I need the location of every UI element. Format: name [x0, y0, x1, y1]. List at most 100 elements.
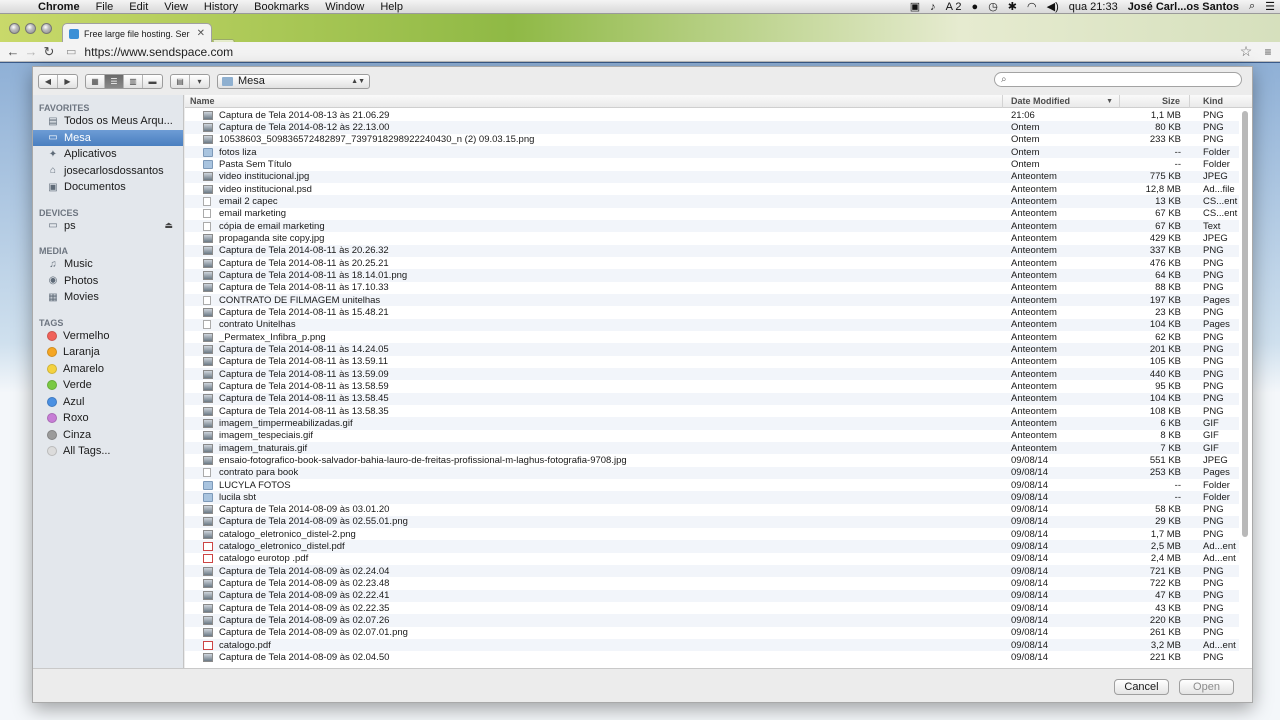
forward-icon[interactable]: →: [22, 44, 40, 59]
menu-window[interactable]: Window: [317, 1, 372, 13]
file-row[interactable]: Captura de Tela 2014-08-09 às 02.55.01.p…: [185, 515, 1239, 529]
file-row[interactable]: catalogo eurotop .pdf 09/08/14 2,4 MB Ad...…: [185, 553, 1239, 565]
bell-icon[interactable]: ♪: [925, 1, 941, 13]
eject-icon[interactable]: ⏏: [164, 220, 173, 231]
sidebar-tag-roxo[interactable]: Roxo: [33, 410, 183, 427]
sidebar-tag-vermelho[interactable]: Vermelho: [33, 328, 183, 345]
menu-history[interactable]: History: [196, 1, 246, 13]
sidebar-item-documentos[interactable]: ▣ Documentos: [33, 179, 183, 196]
file-row[interactable]: catalogo.pdf 09/08/14 3,2 MB Ad...ent: [185, 639, 1239, 652]
location-select[interactable]: Mesa ▲▼: [217, 73, 370, 89]
column-name[interactable]: Name: [185, 95, 1003, 108]
file-row[interactable]: Captura de Tela 2014-08-11 às 14.24.05 An…: [185, 343, 1239, 356]
sidebar-item-music[interactable]: ♫ Music: [33, 256, 183, 273]
file-row[interactable]: imagem_timpermeabilizadas.gif Anteontem 6 …: [185, 417, 1239, 430]
search-input[interactable]: ⌕: [994, 72, 1242, 87]
file-row[interactable]: Captura de Tela 2014-08-09 às 02.23.48 09…: [185, 577, 1239, 589]
file-row[interactable]: contrato para book 09/08/14 253 KB Pages: [185, 466, 1239, 479]
file-row[interactable]: Captura de Tela 2014-08-13 às 21.06.29 21…: [185, 109, 1239, 121]
sidebar-item-mesa[interactable]: ▭ Mesa: [33, 129, 183, 146]
file-row[interactable]: Captura de Tela 2014-08-11 às 13.58.45 An…: [185, 392, 1239, 405]
wifi-icon[interactable]: ◠: [1022, 0, 1042, 13]
file-row[interactable]: Captura de Tela 2014-08-11 às 13.59.09 An…: [185, 367, 1239, 381]
back-icon[interactable]: ←: [4, 44, 22, 59]
menu-app-name[interactable]: Chrome: [30, 1, 88, 13]
adobe-notification-icon[interactable]: A 2: [941, 1, 967, 13]
sidebar-item-movies[interactable]: ▦ Movies: [33, 289, 183, 306]
chrome-menu-icon[interactable]: ≡: [1256, 45, 1280, 59]
file-row[interactable]: Captura de Tela 2014-08-11 às 17.10.33 An…: [185, 282, 1239, 294]
file-row[interactable]: 10538603_509836572482897_739791829892224…: [185, 134, 1239, 146]
reload-icon[interactable]: ↻: [40, 44, 58, 60]
file-row[interactable]: imagem_tespeciais.gif Anteontem 8 KB GIF: [185, 430, 1239, 442]
list-view-icon[interactable]: ☰: [105, 74, 124, 88]
sidebar-item-all-files[interactable]: ▤ Todos os Meus Arqu...: [33, 113, 183, 130]
file-row[interactable]: catalogo_eletronico_distel-2.png 09/08/14…: [185, 528, 1239, 540]
screen-icon[interactable]: ▣: [905, 0, 925, 13]
file-row[interactable]: LUCYLA FOTOS 09/08/14 -- Folder: [185, 479, 1239, 491]
file-row[interactable]: email marketing Anteontem 67 KB CS...ent: [185, 208, 1239, 220]
file-row[interactable]: Pasta Sem Título Ontem -- Folder: [185, 158, 1239, 170]
sidebar-item-photos[interactable]: ◉ Photos: [33, 273, 183, 290]
file-row[interactable]: Captura de Tela 2014-08-09 às 03.01.20 09…: [185, 504, 1239, 516]
window-minimize-icon[interactable]: [25, 23, 36, 34]
file-row[interactable]: Captura de Tela 2014-08-09 às 02.22.35 09…: [185, 602, 1239, 614]
file-row[interactable]: Captura de Tela 2014-08-11 às 13.59.11 An…: [185, 356, 1239, 368]
file-row[interactable]: catalogo_eletronico_distel.pdf 09/08/14 2,…: [185, 540, 1239, 553]
file-row[interactable]: contrato Unitelhas Anteontem 104 KB Pages: [185, 318, 1239, 331]
sidebar-item-home[interactable]: ⌂ josecarlosdossantos: [33, 163, 183, 180]
file-row[interactable]: Captura de Tela 2014-08-11 às 18.14.01.p…: [185, 269, 1239, 282]
sidebar-tag-azul[interactable]: Azul: [33, 394, 183, 411]
menu-bookmarks[interactable]: Bookmarks: [246, 1, 317, 13]
arrange-icon[interactable]: ▤: [171, 74, 190, 88]
file-row[interactable]: propaganda site copy.jpg Anteontem 429 KB J…: [185, 232, 1239, 244]
dialog-forward-icon[interactable]: ▶: [58, 75, 77, 88]
sidebar-tag-cinza[interactable]: Cinza: [33, 427, 183, 444]
file-row[interactable]: Captura de Tela 2014-08-09 às 02.24.04 09…: [185, 565, 1239, 578]
file-row[interactable]: Captura de Tela 2014-08-09 às 02.22.41 09…: [185, 589, 1239, 603]
volume-icon[interactable]: ◀): [1042, 0, 1064, 13]
bookmark-star-icon[interactable]: ☆: [1236, 43, 1256, 60]
menu-file[interactable]: File: [88, 1, 122, 13]
sidebar-tag-laranja[interactable]: Laranja: [33, 344, 183, 361]
file-row[interactable]: Captura de Tela 2014-08-09 às 02.07.26 09…: [185, 614, 1239, 627]
file-row[interactable]: Captura de Tela 2014-08-11 às 13.58.35 An…: [185, 405, 1239, 417]
menu-edit[interactable]: Edit: [121, 1, 156, 13]
scrollbar-thumb[interactable]: [1242, 111, 1248, 537]
clock[interactable]: qua 21:33: [1064, 1, 1123, 13]
menu-view[interactable]: View: [156, 1, 196, 13]
sidebar-tag-amarelo[interactable]: Amarelo: [33, 361, 183, 378]
dialog-back-icon[interactable]: ◀: [39, 74, 58, 88]
time-machine-icon[interactable]: ◷: [983, 0, 1003, 13]
browser-tab[interactable]: Free large file hosting. Ser ✕: [62, 23, 212, 43]
file-row[interactable]: video institucional.jpg Anteontem 775 KB JP…: [185, 170, 1239, 183]
file-row[interactable]: email 2 capec Anteontem 13 KB CS...ent: [185, 195, 1239, 208]
icon-view-icon[interactable]: ▦: [86, 74, 105, 88]
dropbox-icon[interactable]: ●: [967, 1, 984, 13]
column-date-modified[interactable]: Date Modified ▼: [1003, 95, 1120, 108]
notification-center-icon[interactable]: ☰: [1260, 0, 1280, 13]
column-view-icon[interactable]: ▥: [124, 74, 143, 88]
file-row[interactable]: CONTRATO DE FILMAGEM unitelhas Anteontem 1…: [185, 293, 1239, 307]
file-row[interactable]: ensaio-fotografico-book-salvador-bahia-l…: [185, 454, 1239, 466]
column-size[interactable]: Size: [1120, 95, 1190, 108]
sidebar-tag-verde[interactable]: Verde: [33, 377, 183, 394]
file-row[interactable]: cópia de email marketing Anteontem 67 KB Te…: [185, 219, 1239, 233]
file-row[interactable]: lucila sbt 09/08/14 -- Folder: [185, 491, 1239, 504]
sidebar-tag-all[interactable]: All Tags...: [33, 443, 183, 460]
file-row[interactable]: Captura de Tela 2014-08-11 às 20.26.32 An…: [185, 244, 1239, 257]
coverflow-view-icon[interactable]: ▬: [143, 75, 162, 88]
address-bar[interactable]: ▭ https://www.sendspace.com: [66, 44, 1236, 60]
window-zoom-icon[interactable]: [41, 23, 52, 34]
file-row[interactable]: Captura de Tela 2014-08-11 às 13.58.59 An…: [185, 380, 1239, 392]
bluetooth-icon[interactable]: ✱: [1003, 0, 1022, 13]
file-row[interactable]: video institucional.psd Anteontem 12,8 MB A…: [185, 183, 1239, 195]
menu-help[interactable]: Help: [372, 1, 411, 13]
cancel-button[interactable]: Cancel: [1114, 679, 1169, 695]
file-row[interactable]: Captura de Tela 2014-08-11 às 15.48.21 An…: [185, 306, 1239, 318]
vertical-scrollbar[interactable]: [1241, 109, 1250, 666]
tab-close-icon[interactable]: ✕: [197, 28, 205, 39]
file-row[interactable]: Captura de Tela 2014-08-12 às 22.13.00 On…: [185, 121, 1239, 134]
window-close-icon[interactable]: [9, 23, 20, 34]
spotlight-icon[interactable]: ⌕: [1244, 0, 1260, 13]
